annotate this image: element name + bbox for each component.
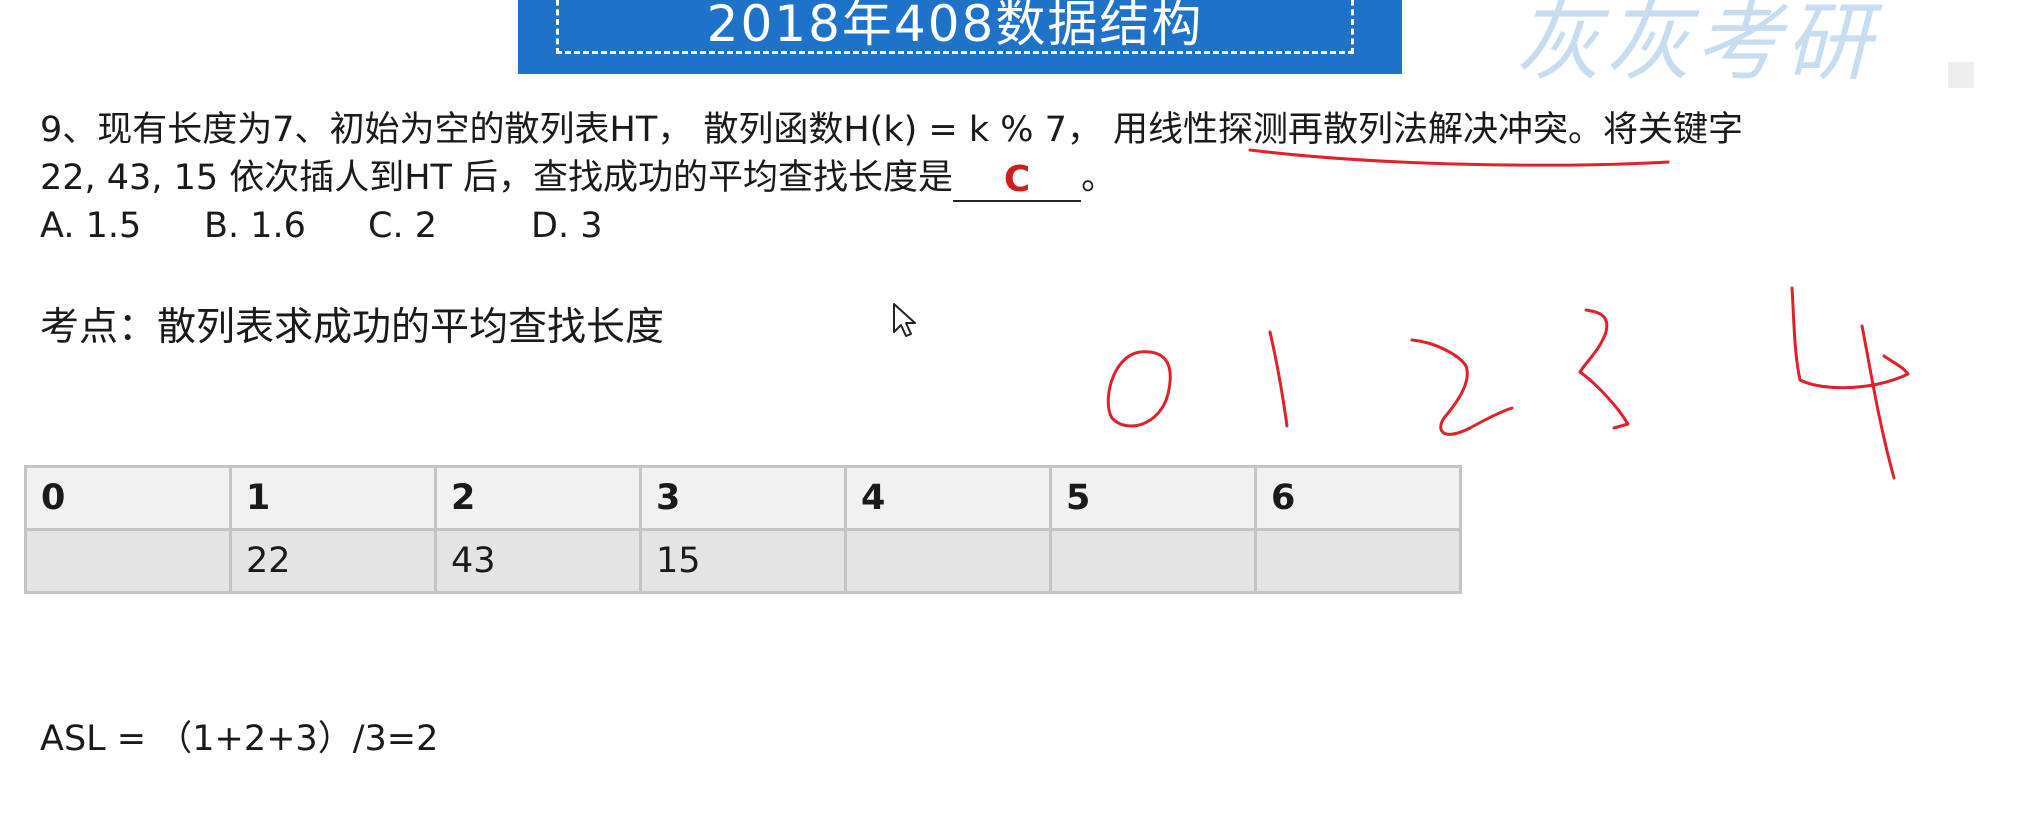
underline-stroke	[1248, 148, 1670, 167]
handwritten-digit-3	[1578, 308, 1630, 430]
handwritten-digit-4	[1790, 286, 1910, 480]
handwritten-digit-0	[1106, 350, 1172, 428]
handwritten-digit-1	[1268, 330, 1289, 428]
handwritten-digit-2	[1410, 338, 1514, 436]
handwriting-layer	[1106, 148, 1910, 480]
right-margin	[1977, 0, 2022, 825]
